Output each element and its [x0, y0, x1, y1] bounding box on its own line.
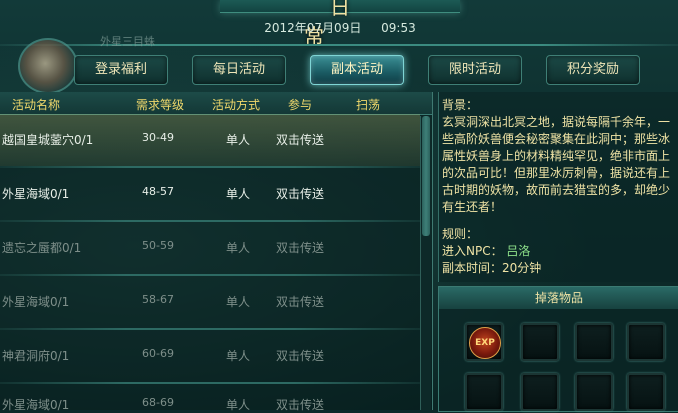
npc-label: 进入NPC： — [442, 244, 503, 258]
drop-slot[interactable] — [575, 373, 613, 411]
join-link[interactable]: 双击传送 — [276, 131, 324, 148]
drop-slot[interactable]: EXP — [465, 323, 503, 361]
time-line: 副本时间：20分钟 — [442, 261, 542, 275]
background-text: 玄冥洞深出北冥之地，据说每隔千余年，一些高阶妖兽便会秘密聚集在此洞中；那些冰属性… — [442, 115, 671, 214]
background-label: 背景： — [442, 98, 479, 112]
activity-detail: 背景： 玄冥洞深出北冥之地，据说每隔千余年，一些高阶妖兽便会秘密聚集在此洞中；那… — [438, 92, 678, 282]
activity-name: 外星海域0/1 — [2, 295, 70, 309]
list-header: 活动名称 需求等级 活动方式 参与 扫荡 — [0, 92, 432, 115]
activity-mode: 单人 — [226, 349, 251, 363]
scrollbar-thumb[interactable] — [422, 116, 430, 236]
npc-line: 进入NPC： 吕洛 — [442, 243, 676, 260]
join-link[interactable]: 双击传送 — [276, 239, 324, 256]
title-bar: 日 常 — [220, 0, 460, 48]
drops-title: 掉落物品 — [439, 287, 678, 309]
activity-name: 越国皇城蓥穴0/1 — [2, 133, 94, 147]
activity-level: 68-69 — [142, 396, 174, 409]
tab-points-reward[interactable]: 积分奖励 — [546, 55, 640, 85]
header-sweep: 扫荡 — [356, 98, 381, 112]
join-link[interactable]: 双击传送 — [276, 185, 324, 202]
npc-name[interactable]: 吕洛 — [506, 244, 530, 258]
activity-mode: 单人 — [226, 133, 251, 147]
drop-slot[interactable] — [465, 373, 503, 411]
activity-window: 日 常 2012年07月09日 09:53 外星三目蛛 登录福利 每日活动 副本… — [0, 0, 678, 413]
table-row[interactable]: 越国皇城蓥穴0/1 30-49 单人 双击传送 — [0, 114, 420, 166]
activity-mode: 单人 — [226, 187, 251, 201]
activity-mode: 单人 — [226, 295, 251, 309]
drop-slot[interactable] — [575, 323, 613, 361]
header-mode: 活动方式 — [212, 98, 261, 112]
activity-level: 50-59 — [142, 239, 174, 252]
activity-list: 活动名称 需求等级 活动方式 参与 扫荡 越国皇城蓥穴0/1 30-49 单人 … — [0, 92, 433, 413]
table-row[interactable]: 外星海域0/1 68-69 单人 双击传送 — [0, 384, 420, 413]
drop-items-panel: 掉落物品 EXP — [438, 286, 678, 412]
activity-mode: 单人 — [226, 398, 251, 412]
activity-name: 神君洞府0/1 — [2, 349, 70, 363]
player-avatar — [18, 38, 78, 94]
activity-name: 遗忘之蜃都0/1 — [2, 241, 82, 255]
activity-level: 48-57 — [142, 185, 174, 198]
activity-level: 58-67 — [142, 293, 174, 306]
join-link[interactable]: 双击传送 — [276, 396, 324, 413]
datetime-label: 2012年07月09日 09:53 — [264, 21, 416, 35]
drop-slot[interactable] — [521, 323, 559, 361]
table-row[interactable]: 外星海域0/1 48-57 单人 双击传送 — [0, 168, 420, 220]
header-join: 参与 — [288, 98, 313, 112]
tab-limited[interactable]: 限时活动 — [428, 55, 522, 85]
table-row[interactable]: 神君洞府0/1 60-69 单人 双击传送 — [0, 330, 420, 382]
activity-level: 30-49 — [142, 131, 174, 144]
activity-name: 外星海域0/1 — [2, 187, 70, 201]
drop-slot[interactable] — [627, 373, 665, 411]
drop-slot[interactable] — [521, 373, 559, 411]
table-row[interactable]: 外星海域0/1 58-67 单人 双击传送 — [0, 276, 420, 328]
join-link[interactable]: 双击传送 — [276, 347, 324, 364]
header-name: 活动名称 — [12, 98, 61, 112]
player-name: 外星三目蛛 — [100, 35, 155, 48]
join-link[interactable]: 双击传送 — [276, 293, 324, 310]
table-row[interactable]: 遗忘之蜃都0/1 50-59 单人 双击传送 — [0, 222, 420, 274]
exp-icon: EXP — [469, 327, 501, 359]
tab-login-bonus[interactable]: 登录福利 — [74, 55, 168, 85]
activity-level: 60-69 — [142, 347, 174, 360]
activity-mode: 单人 — [226, 241, 251, 255]
header-level: 需求等级 — [136, 98, 185, 112]
activity-name: 外星海域0/1 — [2, 398, 70, 412]
list-scrollbar[interactable] — [420, 116, 431, 410]
rules-label: 规则： — [442, 227, 479, 241]
tab-daily[interactable]: 每日活动 — [192, 55, 286, 85]
tab-dungeon[interactable]: 副本活动 — [310, 55, 404, 85]
drop-slot[interactable] — [627, 323, 665, 361]
